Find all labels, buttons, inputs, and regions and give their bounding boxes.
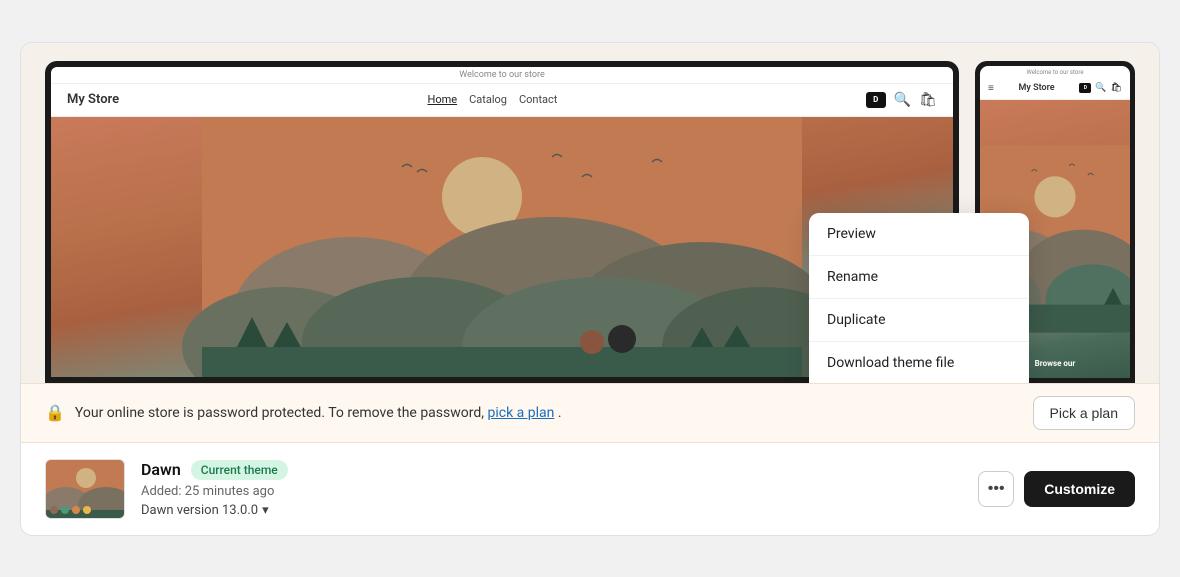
lock-icon: 🔒 (45, 403, 65, 422)
more-options-button[interactable]: ••• (978, 471, 1014, 507)
theme-thumbnail (45, 459, 125, 519)
preview-area: Welcome to our store My Store Home Catal… (21, 43, 1159, 383)
nav-catalog[interactable]: Catalog (469, 93, 507, 106)
color-dot-4 (83, 506, 91, 514)
theme-actions: ••• Customize (978, 471, 1135, 507)
pick-plan-button[interactable]: Pick a plan (1033, 396, 1135, 430)
mobile-icons: D 🔍 🛍 (1079, 83, 1122, 93)
desktop-welcome-text: Welcome to our store (51, 67, 953, 84)
pick-plan-link[interactable]: pick a plan (488, 405, 555, 421)
theme-title-row: Dawn Current theme (141, 460, 962, 480)
current-theme-badge: Current theme (191, 460, 288, 480)
desktop-nav: Home Catalog Contact (427, 93, 557, 106)
nav-contact[interactable]: Contact (519, 93, 557, 106)
dropdown-item-rename[interactable]: Rename (809, 256, 1029, 299)
dropdown-item-duplicate[interactable]: Duplicate (809, 299, 1029, 342)
desktop-store-header: My Store Home Catalog Contact D 🔍 🛍 (51, 84, 953, 117)
mobile-browse-text: Browse our (1035, 359, 1076, 368)
theme-color-dots (50, 506, 91, 514)
desktop-store-name: My Store (67, 92, 119, 107)
color-dot-1 (50, 506, 58, 514)
cart-icon[interactable]: 🛍 (919, 92, 937, 108)
more-icon: ••• (988, 480, 1005, 498)
mobile-store-name: My Store (1019, 83, 1055, 93)
color-dot-2 (61, 506, 69, 514)
theme-name: Dawn (141, 460, 181, 479)
search-icon[interactable]: 🔍 (894, 92, 911, 108)
mobile-welcome-text: Welcome to our store (980, 66, 1130, 78)
customize-button[interactable]: Customize (1024, 471, 1135, 507)
banner-text: Your online store is password protected.… (75, 405, 562, 421)
desktop-store-icons: D 🔍 🛍 (866, 92, 937, 108)
mobile-theme-icon: D (1079, 83, 1091, 93)
banner-message: 🔒 Your online store is password protecte… (45, 403, 562, 422)
main-container: Welcome to our store My Store Home Catal… (20, 42, 1160, 536)
dropdown-item-preview[interactable]: Preview (809, 213, 1029, 256)
theme-info: Dawn Current theme Added: 25 minutes ago… (141, 460, 962, 518)
nav-home[interactable]: Home (427, 93, 457, 106)
dropdown-menu: Preview Rename Duplicate Download theme … (809, 213, 1029, 383)
mobile-cart-icon: 🛍 (1111, 83, 1122, 93)
dropdown-item-download[interactable]: Download theme file (809, 342, 1029, 383)
theme-row: Dawn Current theme Added: 25 minutes ago… (21, 443, 1159, 535)
theme-added: Added: 25 minutes ago (141, 484, 962, 499)
color-dot-3 (72, 506, 80, 514)
password-banner: 🔒 Your online store is password protecte… (21, 383, 1159, 443)
mobile-hamburger-icon: ≡ (988, 83, 994, 94)
version-chevron-icon: ▾ (262, 503, 269, 518)
theme-version[interactable]: Dawn version 13.0.0 ▾ (141, 503, 962, 518)
mobile-search-icon: 🔍 (1095, 83, 1106, 93)
mobile-store-header: ≡ My Store D 🔍 🛍 (980, 78, 1130, 100)
theme-icon-box: D (866, 92, 886, 108)
